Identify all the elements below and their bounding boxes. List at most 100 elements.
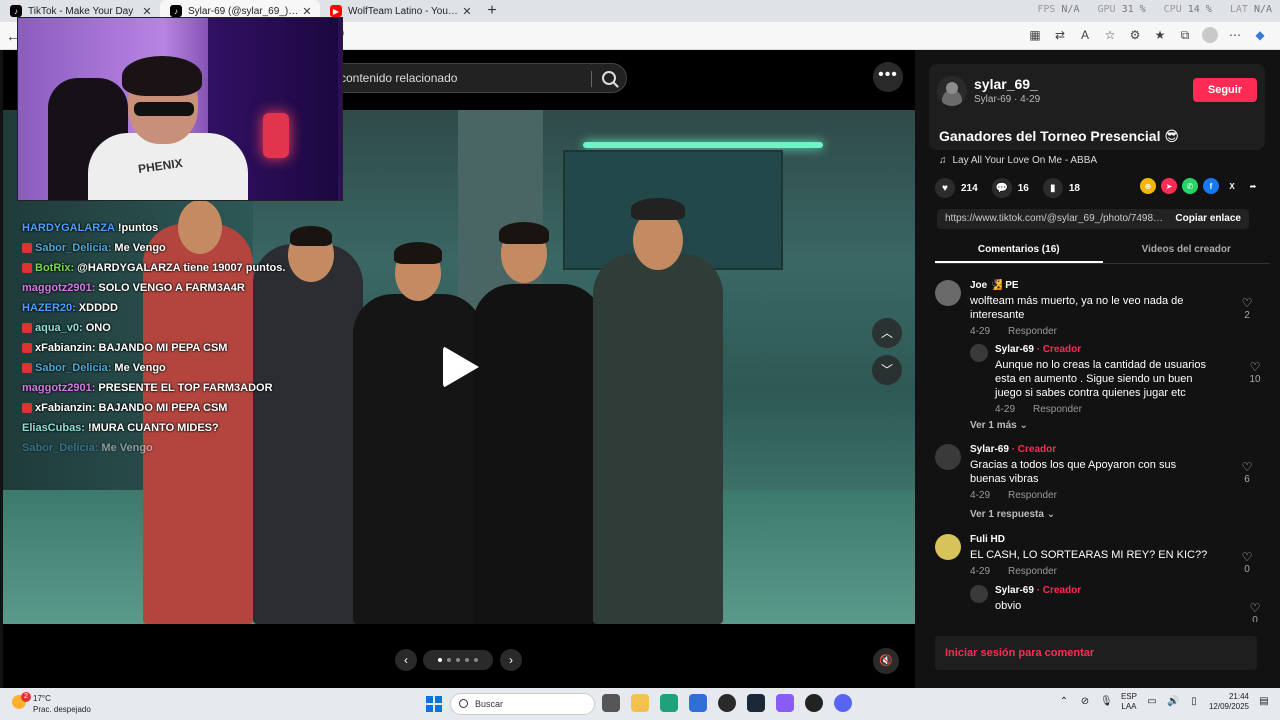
comment-like[interactable]: ♡ 0 bbox=[1245, 601, 1265, 622]
weather-widget[interactable]: 2 17°C Prac. despejado bbox=[12, 692, 122, 716]
extension-icon[interactable]: ⚙ bbox=[1127, 27, 1143, 43]
favorite-star-icon[interactable]: ☆ bbox=[1102, 27, 1118, 43]
whatsapp-icon[interactable]: ✆ bbox=[1182, 178, 1198, 194]
comment-like[interactable]: ♡ 2 bbox=[1237, 296, 1257, 321]
creator-avatar[interactable] bbox=[937, 76, 967, 106]
store-icon[interactable] bbox=[689, 694, 707, 712]
share-arrow-icon[interactable]: ➦ bbox=[1245, 178, 1261, 194]
search-icon[interactable] bbox=[602, 71, 616, 85]
like-action[interactable]: ♥ 214 bbox=[935, 178, 978, 198]
share-url[interactable]: https://www.tiktok.com/@sylar_69_/photo/… bbox=[945, 213, 1165, 224]
collections-icon[interactable]: ⧉ bbox=[1177, 27, 1193, 43]
reply-button[interactable]: Responder bbox=[1008, 490, 1057, 501]
carousel-dot[interactable] bbox=[456, 658, 460, 662]
avatar[interactable] bbox=[935, 534, 961, 560]
read-aloud-icon[interactable]: A bbox=[1077, 27, 1093, 43]
mute-button[interactable]: 🔇 bbox=[873, 648, 899, 674]
copilot-icon[interactable]: ◆ bbox=[1252, 27, 1268, 43]
volume-icon[interactable]: 🔊 bbox=[1167, 696, 1179, 708]
embed-icon[interactable]: ⊕ bbox=[1140, 178, 1156, 194]
game-app-icon[interactable] bbox=[718, 694, 736, 712]
apps-icon[interactable]: ▦ bbox=[1027, 27, 1043, 43]
carousel-dot[interactable] bbox=[465, 658, 469, 662]
battery-icon[interactable]: ▯ bbox=[1188, 696, 1200, 708]
send-icon[interactable]: ➤ bbox=[1161, 178, 1177, 194]
carousel-prev-button[interactable]: ‹ bbox=[395, 649, 417, 671]
comment-item: Joe 🧏 PE wolfteam más muerto, ya no le v… bbox=[935, 280, 1265, 340]
comment-action[interactable]: 💬 16 bbox=[991, 178, 1029, 198]
edge-icon[interactable] bbox=[660, 694, 678, 712]
reply-button[interactable]: Responder bbox=[1033, 404, 1082, 415]
gpu-readout: GPU 31 % bbox=[1097, 4, 1145, 15]
close-icon[interactable]: ✕ bbox=[300, 5, 314, 18]
close-icon[interactable]: ✕ bbox=[140, 5, 154, 18]
x-icon[interactable]: X bbox=[1224, 178, 1240, 194]
more-options-button[interactable]: ••• bbox=[873, 62, 903, 92]
related-content-search[interactable]: contenido relacionado bbox=[323, 63, 627, 93]
display-icon[interactable]: ▭ bbox=[1146, 696, 1158, 708]
login-to-comment-button[interactable]: Iniciar sesión para comentar bbox=[935, 636, 1257, 670]
chat-username: BotRix: bbox=[35, 262, 75, 274]
new-tab-button[interactable]: + bbox=[480, 2, 504, 20]
chevron-up-icon[interactable]: ⌃ bbox=[1058, 696, 1070, 708]
screen: ♪ TikTok - Make Your Day ✕ ♪ Sylar-69 (@… bbox=[0, 0, 1280, 720]
avatar[interactable] bbox=[970, 344, 988, 362]
more-icon[interactable]: ⋯ bbox=[1227, 27, 1243, 43]
view-replies[interactable]: Ver 1 respuesta ⌄ bbox=[970, 509, 1055, 520]
lat-label: LAT bbox=[1229, 4, 1248, 15]
task-view-icon[interactable] bbox=[602, 694, 620, 712]
comment-like[interactable]: ♡ 10 bbox=[1245, 360, 1265, 385]
next-post-button[interactable]: ﹀ bbox=[872, 355, 902, 385]
tab-creator-videos[interactable]: Videos del creador bbox=[1103, 240, 1271, 263]
tab-comments[interactable]: Comentarios (16) bbox=[935, 240, 1103, 263]
creator-handle[interactable]: sylar_69_ bbox=[974, 76, 1038, 92]
windows-start-icon[interactable] bbox=[426, 696, 442, 712]
commenter-name[interactable]: Sylar-69 bbox=[970, 444, 1009, 455]
avatar[interactable] bbox=[935, 444, 961, 470]
comment-like[interactable]: ♡ 0 bbox=[1237, 550, 1257, 575]
avatar[interactable] bbox=[970, 585, 988, 603]
favorites-icon[interactable]: ★ bbox=[1152, 27, 1168, 43]
discord-icon[interactable] bbox=[834, 694, 852, 712]
browser-tab-youtube[interactable]: ▶ WolfTeam Latino - YouTube ✕ bbox=[320, 0, 480, 22]
steam-icon[interactable] bbox=[747, 694, 765, 712]
comment-meta: 4-29 Responder bbox=[970, 326, 1057, 337]
save-action[interactable]: ▮ 18 bbox=[1042, 178, 1080, 198]
comment-author: Sylar-69 · Creador bbox=[995, 585, 1081, 596]
reply-button[interactable]: Responder bbox=[1008, 566, 1057, 577]
play-icon[interactable] bbox=[443, 346, 479, 388]
streamer-webcam-overlay: PHENIX bbox=[17, 17, 343, 201]
music-row[interactable]: ♫ Lay All Your Love On Me - ABBA bbox=[939, 155, 1097, 166]
photo-person bbox=[353, 294, 483, 624]
commenter-name[interactable]: Sylar-69 bbox=[995, 585, 1034, 596]
taskbar-search[interactable]: Buscar bbox=[450, 693, 595, 715]
copy-link-button[interactable]: Copiar enlace bbox=[1175, 213, 1241, 224]
profile-avatar[interactable] bbox=[1202, 27, 1218, 43]
copilot-app-icon[interactable] bbox=[776, 694, 794, 712]
file-explorer-icon[interactable] bbox=[631, 694, 649, 712]
close-icon[interactable]: ✕ bbox=[460, 5, 474, 18]
network-off-icon[interactable]: ⊘ bbox=[1079, 696, 1091, 708]
comment-reply-item: Sylar-69 · Creador obvio ♡ 0 bbox=[970, 585, 1265, 622]
reply-button[interactable]: Responder bbox=[1008, 326, 1057, 337]
notifications-icon[interactable]: ▤ bbox=[1258, 696, 1270, 708]
carousel-dot[interactable] bbox=[474, 658, 478, 662]
microphone-icon[interactable]: 🎙 bbox=[1100, 696, 1113, 708]
commenter-name[interactable]: Joe bbox=[970, 280, 987, 291]
commenter-name[interactable]: Fuli HD bbox=[970, 534, 1005, 545]
avatar[interactable] bbox=[935, 280, 961, 306]
translate-icon[interactable]: ⇄ bbox=[1052, 27, 1068, 43]
clock[interactable]: 21:44 12/09/2025 bbox=[1209, 692, 1249, 712]
language-indicator[interactable]: ESP LAA bbox=[1121, 692, 1137, 712]
previous-post-button[interactable]: ︿ bbox=[872, 318, 902, 348]
commenter-name[interactable]: Sylar-69 bbox=[995, 344, 1034, 355]
view-more-replies[interactable]: Ver 1 más ⌄ bbox=[970, 420, 1028, 431]
carousel-next-button[interactable]: › bbox=[500, 649, 522, 671]
facebook-icon[interactable]: f bbox=[1203, 178, 1219, 194]
carousel-dot[interactable] bbox=[447, 658, 451, 662]
comment-like[interactable]: ♡ 6 bbox=[1237, 460, 1257, 485]
carousel-dot[interactable] bbox=[438, 658, 442, 662]
follow-button[interactable]: Seguir bbox=[1193, 78, 1257, 102]
comment-author: Fuli HD bbox=[970, 534, 1005, 545]
obs-icon[interactable] bbox=[805, 694, 823, 712]
